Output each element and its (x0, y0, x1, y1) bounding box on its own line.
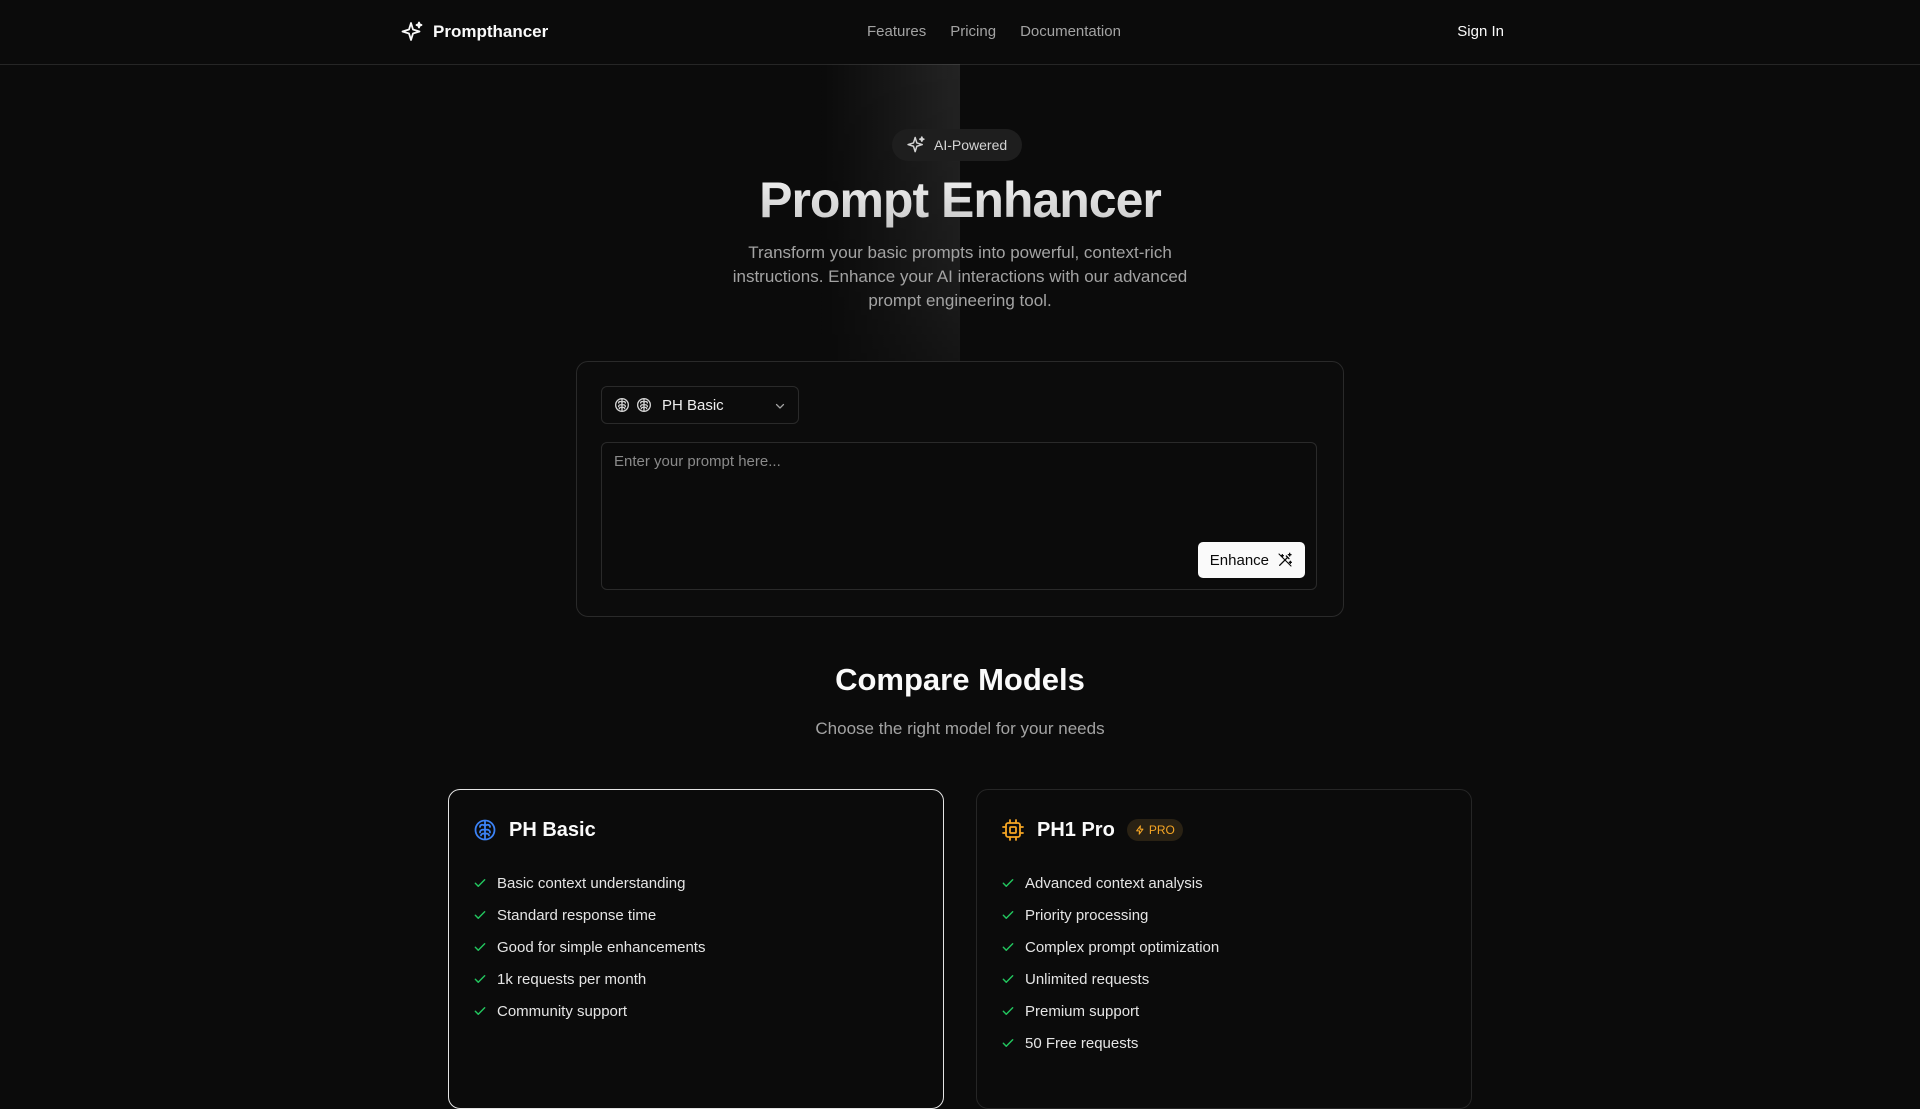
feature-text: Standard response time (497, 906, 657, 924)
nav-link-documentation[interactable]: Documentation (1020, 23, 1121, 40)
prompt-input-container: Enhance (601, 442, 1317, 590)
model-card-header: PH1 Pro PRO (1001, 818, 1183, 842)
sparkles-icon (906, 135, 926, 155)
nav-link-features[interactable]: Features (867, 23, 926, 40)
check-icon (1001, 972, 1015, 986)
hero-description: Transform your basic prompts into powerf… (732, 243, 1188, 310)
feature-text: 50 Free requests (1025, 1034, 1139, 1052)
list-item: Community support (473, 995, 705, 1027)
list-item: Basic context understanding (473, 867, 705, 899)
model-select-value: PH Basic (662, 396, 724, 414)
brain-icon (636, 397, 652, 413)
feature-text: Good for simple enhancements (497, 938, 706, 956)
lightning-icon (1135, 825, 1145, 835)
feature-text: Unlimited requests (1025, 970, 1150, 988)
list-item: Standard response time (473, 899, 705, 931)
check-icon (473, 1004, 487, 1018)
check-icon (473, 876, 487, 890)
feature-text: Advanced context analysis (1025, 874, 1203, 892)
list-item: Good for simple enhancements (473, 931, 705, 963)
feature-text: Complex prompt optimization (1025, 938, 1220, 956)
prompt-enhancer-card: PH Basic Enhance (576, 361, 1344, 617)
list-item: Premium support (1001, 995, 1219, 1027)
model-card-ph1-pro[interactable]: PH1 Pro PRO Advanced context analysis Pr… (976, 789, 1472, 1109)
list-item: Complex prompt optimization (1001, 931, 1219, 963)
nav-link-pricing[interactable]: Pricing (950, 23, 996, 40)
model-select[interactable]: PH Basic (601, 386, 799, 424)
badge-label: AI-Powered (934, 137, 1008, 153)
model-card-ph-basic[interactable]: PH Basic Basic context understanding Sta… (448, 789, 944, 1109)
magic-wand-icon (1277, 552, 1293, 568)
list-item: Priority processing (1001, 899, 1219, 931)
brand-logo[interactable]: Prompthancer (400, 20, 548, 44)
feature-text: Premium support (1025, 1002, 1140, 1020)
model-card-header: PH Basic (473, 818, 596, 842)
enhance-button[interactable]: Enhance (1197, 542, 1305, 578)
feature-text: Community support (497, 1002, 628, 1020)
check-icon (1001, 940, 1015, 954)
check-icon (1001, 908, 1015, 922)
compare-models-subtitle: Choose the right model for your needs (815, 719, 1105, 738)
check-icon (473, 908, 487, 922)
model-name: PH Basic (509, 818, 596, 841)
top-navbar: Prompthancer Features Pricing Documentat… (0, 0, 1920, 65)
cpu-icon (1001, 818, 1025, 842)
list-item: Advanced context analysis (1001, 867, 1219, 899)
pro-badge: PRO (1126, 819, 1183, 841)
check-icon (1001, 1004, 1015, 1018)
brand-name: Prompthancer (433, 22, 549, 41)
check-icon (1001, 876, 1015, 890)
list-item: 50 Free requests (1001, 1027, 1219, 1059)
chevron-down-icon (774, 400, 786, 412)
check-icon (1001, 1036, 1015, 1050)
feature-list: Basic context understanding Standard res… (473, 867, 705, 1027)
brain-icon (473, 818, 497, 842)
check-icon (473, 940, 487, 954)
main-nav: Features Pricing Documentation (867, 23, 1121, 40)
brain-icon (614, 397, 630, 413)
list-item: 1k requests per month (473, 963, 705, 995)
pro-badge-label: PRO (1148, 823, 1175, 837)
feature-text: Basic context understanding (497, 874, 686, 892)
page-title: Prompt Enhancer (0, 170, 1920, 230)
ai-powered-badge: AI-Powered (892, 129, 1023, 161)
list-item: Unlimited requests (1001, 963, 1219, 995)
sparkles-icon (400, 20, 424, 44)
compare-models-heading: Compare Models (835, 662, 1085, 697)
sign-in-link[interactable]: Sign In (1457, 23, 1504, 40)
feature-list: Advanced context analysis Priority proce… (1001, 867, 1219, 1059)
enhance-button-label: Enhance (1209, 551, 1269, 569)
check-icon (473, 972, 487, 986)
feature-text: Priority processing (1025, 906, 1149, 924)
feature-text: 1k requests per month (497, 970, 647, 988)
model-name: PH1 Pro (1037, 818, 1115, 841)
